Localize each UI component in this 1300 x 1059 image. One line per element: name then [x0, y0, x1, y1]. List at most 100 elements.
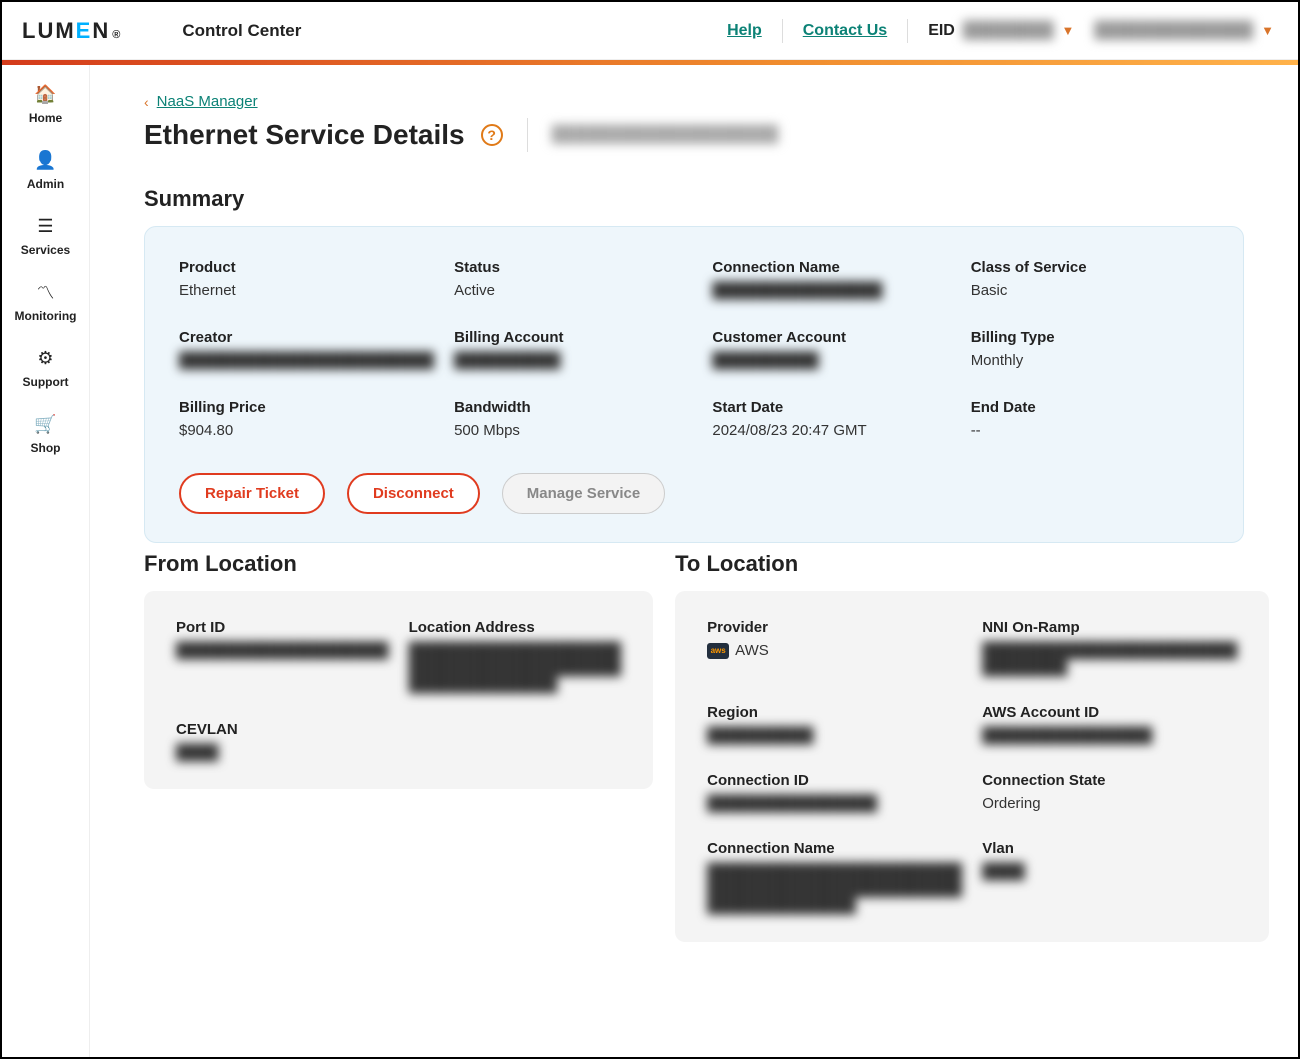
logo[interactable]: LUMEN®: [22, 18, 122, 44]
field-label: End Date: [971, 399, 1209, 416]
field-value: ██████████: [454, 352, 692, 369]
field-value: 500 Mbps: [454, 422, 692, 439]
field-cevlan: CEVLAN ████: [176, 721, 389, 761]
field-value: ████████████████████████: [179, 352, 434, 369]
field-label: AWS Account ID: [982, 704, 1237, 721]
topbar: LUMEN® Control Center Help Contact Us EI…: [2, 2, 1298, 60]
field-value: Ordering: [982, 795, 1237, 812]
home-icon: 🏠: [35, 83, 57, 105]
divider: [907, 19, 908, 43]
gear-icon: ⚙: [35, 347, 57, 369]
page-title: Ethernet Service Details: [144, 119, 465, 151]
field-label: Billing Account: [454, 329, 692, 346]
list-icon: ☰: [34, 215, 56, 237]
pulse-icon: 〽: [34, 281, 56, 303]
field-label: CEVLAN: [176, 721, 389, 738]
from-location-title: From Location: [144, 551, 653, 577]
from-location-card: Port ID ████████████████████ Location Ad…: [144, 591, 653, 789]
field-value: ████████████████████: [176, 642, 389, 659]
field-bandwidth: Bandwidth 500 Mbps: [454, 399, 692, 439]
field-value: ████████████████████████ ███████████████…: [707, 863, 962, 914]
cart-icon: 🛒: [35, 413, 57, 435]
breadcrumb: ‹ NaaS Manager: [144, 93, 1244, 110]
field-label: Customer Account: [712, 329, 950, 346]
account-selector[interactable]: ██████████████ ▼: [1094, 22, 1274, 40]
user-icon: 👤: [35, 149, 57, 171]
service-identifier: ████████████████████: [552, 126, 779, 144]
field-class-of-service: Class of Service Basic: [971, 259, 1209, 299]
field-label: Class of Service: [971, 259, 1209, 276]
field-value: $904.80: [179, 422, 434, 439]
field-creator: Creator ████████████████████████: [179, 329, 434, 369]
field-value: ████████████████: [707, 795, 962, 812]
sidebar-item-monitoring[interactable]: 〽 Monitoring: [15, 281, 77, 323]
account-name: ██████████████: [1094, 22, 1253, 40]
sidebar-item-shop[interactable]: 🛒 Shop: [31, 413, 61, 455]
summary-card: Product Ethernet Status Active Connectio…: [144, 226, 1244, 543]
to-location-section: To Location Provider aws AWS: [675, 551, 1269, 942]
field-start-date: Start Date 2024/08/23 20:47 GMT: [712, 399, 950, 439]
field-label: NNI On-Ramp: [982, 619, 1237, 636]
repair-ticket-button[interactable]: Repair Ticket: [179, 473, 325, 514]
field-aws-account-id: AWS Account ID ████████████████: [982, 704, 1237, 744]
field-port-id: Port ID ████████████████████: [176, 619, 389, 693]
field-value: ████████████████████ ███████████████████…: [409, 642, 622, 693]
aws-icon: aws: [707, 643, 729, 659]
sidebar-item-support[interactable]: ⚙ Support: [23, 347, 69, 389]
field-billing-price: Billing Price $904.80: [179, 399, 434, 439]
field-connection-name: Connection Name ████████████████: [712, 259, 950, 299]
field-end-date: End Date --: [971, 399, 1209, 439]
field-value: --: [971, 422, 1209, 439]
field-value: Monthly: [971, 352, 1209, 369]
from-location-section: From Location Port ID ██████████████████…: [144, 551, 653, 942]
main-content: ‹ NaaS Manager Ethernet Service Details …: [90, 65, 1298, 1057]
summary-actions: Repair Ticket Disconnect Manage Service: [179, 473, 1209, 514]
field-value: ████████████████: [712, 282, 950, 299]
field-label: Port ID: [176, 619, 389, 636]
field-label: Creator: [179, 329, 434, 346]
field-connection-id: Connection ID ████████████████: [707, 772, 962, 812]
contact-us-link[interactable]: Contact Us: [803, 22, 887, 40]
field-label: Billing Price: [179, 399, 434, 416]
field-value: ████: [982, 863, 1237, 880]
eid-label: EID: [928, 22, 955, 40]
chevron-down-icon: ▼: [1261, 23, 1274, 38]
field-label: Connection Name: [712, 259, 950, 276]
field-value: AWS: [735, 642, 769, 659]
breadcrumb-parent-link[interactable]: NaaS Manager: [157, 93, 258, 110]
sidebar-item-label: Admin: [27, 177, 64, 191]
eid-selector[interactable]: EID ████████ ▼: [928, 22, 1074, 40]
disconnect-button[interactable]: Disconnect: [347, 473, 480, 514]
sidebar-item-label: Support: [23, 375, 69, 389]
field-value: Active: [454, 282, 692, 299]
field-value: ██████████: [707, 727, 962, 744]
field-value: Basic: [971, 282, 1209, 299]
field-label: Status: [454, 259, 692, 276]
sidebar-item-services[interactable]: ☰ Services: [21, 215, 70, 257]
app-title: Control Center: [182, 21, 301, 41]
field-billing-type: Billing Type Monthly: [971, 329, 1209, 369]
manage-service-button: Manage Service: [502, 473, 665, 514]
field-value: ██████████: [712, 352, 950, 369]
divider: [782, 19, 783, 43]
field-label: Billing Type: [971, 329, 1209, 346]
field-connection-name: Connection Name ████████████████████████…: [707, 840, 962, 914]
field-nni-onramp: NNI On-Ramp ████████████████████████ ███…: [982, 619, 1237, 676]
field-region: Region ██████████: [707, 704, 962, 744]
field-value: ████: [176, 744, 389, 761]
field-label: Provider: [707, 619, 962, 636]
sidebar-item-admin[interactable]: 👤 Admin: [27, 149, 64, 191]
field-label: Start Date: [712, 399, 950, 416]
chevron-down-icon: ▼: [1062, 23, 1075, 38]
field-label: Connection ID: [707, 772, 962, 789]
help-link[interactable]: Help: [727, 22, 762, 40]
field-value: ████████████████: [982, 727, 1237, 744]
sidebar-item-home[interactable]: 🏠 Home: [29, 83, 62, 125]
field-value: Ethernet: [179, 282, 434, 299]
page-header: Ethernet Service Details ? █████████████…: [144, 118, 1244, 152]
help-icon[interactable]: ?: [481, 124, 503, 146]
field-label: Connection State: [982, 772, 1237, 789]
summary-title: Summary: [144, 186, 1244, 212]
field-status: Status Active: [454, 259, 692, 299]
sidebar-item-label: Services: [21, 243, 70, 257]
